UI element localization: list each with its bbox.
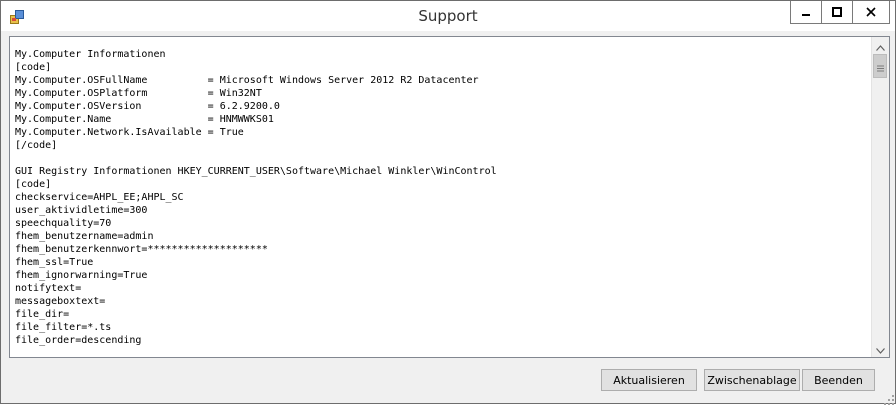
close-icon bbox=[866, 7, 876, 17]
client-area: My.Computer Informationen [code] My.Comp… bbox=[5, 31, 891, 397]
title-bar[interactable]: Support bbox=[1, 1, 895, 31]
info-textbox[interactable]: My.Computer Informationen [code] My.Comp… bbox=[9, 36, 890, 358]
window-title: Support bbox=[418, 7, 478, 25]
refresh-button[interactable]: Aktualisieren bbox=[601, 369, 697, 391]
maximize-icon bbox=[832, 7, 842, 17]
close-button[interactable] bbox=[852, 1, 890, 24]
scroll-down-button[interactable] bbox=[872, 340, 889, 357]
info-text: My.Computer Informationen [code] My.Comp… bbox=[15, 49, 497, 346]
minimize-button[interactable] bbox=[790, 1, 822, 24]
copy-to-clipboard-button[interactable]: Zwischenablage bbox=[704, 369, 800, 391]
scroll-thumb[interactable] bbox=[873, 54, 887, 78]
grip-icon bbox=[876, 57, 884, 76]
scroll-up-button[interactable] bbox=[872, 37, 889, 54]
exit-button[interactable]: Beenden bbox=[802, 369, 875, 391]
support-window: Support My.Computer Informationen [code]… bbox=[0, 0, 896, 405]
maximize-button[interactable] bbox=[821, 1, 853, 24]
chevron-up-icon bbox=[876, 37, 885, 55]
chevron-down-icon bbox=[876, 339, 885, 357]
resize-grip-icon[interactable] bbox=[883, 391, 895, 405]
vertical-scrollbar[interactable] bbox=[871, 37, 889, 357]
minimize-icon bbox=[801, 7, 811, 17]
